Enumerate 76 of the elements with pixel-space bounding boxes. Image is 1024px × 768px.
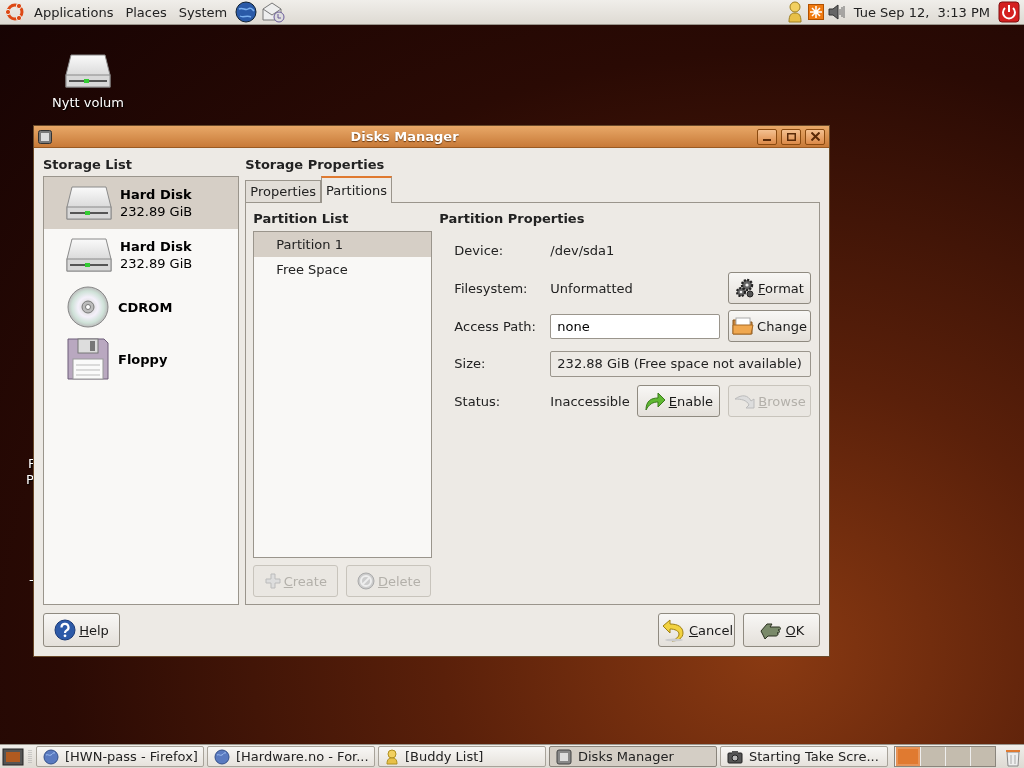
window-icon xyxy=(38,129,52,144)
minimize-icon xyxy=(763,138,771,141)
maximize-button[interactable] xyxy=(781,128,801,145)
device-size: 232.89 GiB xyxy=(120,255,193,272)
cd-icon xyxy=(66,285,110,329)
menu-item[interactable]: System xyxy=(174,4,232,20)
storage-item[interactable]: Floppy xyxy=(44,333,239,385)
storage-item[interactable]: Hard Disk 232.89 GiB xyxy=(44,229,239,281)
section-heading: Partition Properties xyxy=(439,210,586,228)
window-icon xyxy=(556,748,572,765)
section-heading: Storage List xyxy=(43,156,134,174)
device-size: 232.89 GiB xyxy=(120,203,193,220)
icon-label: P xyxy=(26,472,34,487)
plus-icon xyxy=(264,573,281,589)
arrow-icon xyxy=(643,391,666,411)
globe-icon xyxy=(214,748,230,765)
partition-item[interactable]: Partition 1 xyxy=(254,232,432,257)
field-label: Size: xyxy=(454,355,487,373)
field-label: Filesystem: xyxy=(454,279,529,298)
maximize-icon xyxy=(786,132,796,141)
storage-item[interactable]: Hard Disk 232.89 GiB xyxy=(44,177,239,229)
device-name: Hard Disk xyxy=(120,186,193,203)
help-icon xyxy=(54,619,77,641)
field-label: Status: xyxy=(454,392,502,411)
show-desktop-icon[interactable] xyxy=(2,746,24,767)
icon-label: Nytt volum xyxy=(52,95,124,110)
camera-icon xyxy=(727,749,743,764)
field-label: Device: xyxy=(454,242,505,260)
speaker-icon[interactable] xyxy=(827,4,846,20)
access-path-field[interactable]: none xyxy=(550,313,720,339)
dialog-button[interactable]: Help xyxy=(43,613,120,647)
partition-item[interactable]: Free Space xyxy=(254,257,432,282)
device-name: Floppy xyxy=(118,350,168,368)
action-button[interactable]: Format xyxy=(728,272,811,304)
window-title: Disks Manager xyxy=(349,129,460,144)
close-icon xyxy=(810,132,820,141)
device-name: CDROM xyxy=(118,298,173,316)
tab[interactable]: Properties xyxy=(245,180,322,202)
workspace[interactable] xyxy=(895,747,920,766)
section-heading: Partition List xyxy=(253,210,350,228)
folder-icon xyxy=(732,316,755,336)
field-value: Inaccessible xyxy=(550,393,630,409)
dialog-button[interactable]: Cancel xyxy=(658,613,735,647)
action-button[interactable]: Enable xyxy=(636,385,720,417)
update-icon[interactable] xyxy=(807,4,824,20)
action-button[interactable]: Change xyxy=(728,310,811,342)
field-label: Access Path: xyxy=(454,317,537,336)
dialog-button[interactable]: OK xyxy=(743,613,820,647)
menu-item[interactable]: Applications xyxy=(30,4,118,20)
panel-handle-icon xyxy=(27,747,33,766)
taskbar-button[interactable]: Starting Take Scre... xyxy=(720,746,888,767)
icon-label: - xyxy=(29,572,34,587)
undo-arrow-icon xyxy=(660,618,686,642)
device-name: Hard Disk xyxy=(120,238,193,255)
size-field: 232.88 GiB (Free space not available) xyxy=(550,350,811,377)
gears-icon xyxy=(735,278,756,298)
ubuntu-logo-icon[interactable] xyxy=(4,1,26,23)
tab[interactable]: Partitions xyxy=(321,176,392,203)
globe-icon xyxy=(43,748,59,765)
storage-item[interactable]: CDROM xyxy=(44,281,239,333)
minimize-button[interactable] xyxy=(757,128,777,145)
taskbar-button[interactable]: [Buddy List] xyxy=(378,746,546,767)
field-value: Unformatted xyxy=(550,280,633,296)
person-icon xyxy=(385,748,399,765)
taskbar-button[interactable]: [Hardware.no - For... xyxy=(207,746,375,767)
close-button[interactable] xyxy=(805,128,825,145)
workspace-switcher[interactable] xyxy=(894,746,996,767)
taskbar-button[interactable]: [HWN-pass - Firefox] xyxy=(36,746,204,767)
clock[interactable]: Tue Sep 12, 3:13 PM xyxy=(849,4,994,20)
section-heading: Storage Properties xyxy=(245,156,386,174)
power-icon[interactable] xyxy=(998,1,1020,23)
no-entry-icon xyxy=(357,572,375,590)
field-value: /dev/sda1 xyxy=(550,243,615,258)
taskbar-button[interactable]: Disks Manager xyxy=(549,746,717,767)
menu-item[interactable]: Places xyxy=(121,4,171,20)
globe-icon[interactable] xyxy=(235,1,258,23)
